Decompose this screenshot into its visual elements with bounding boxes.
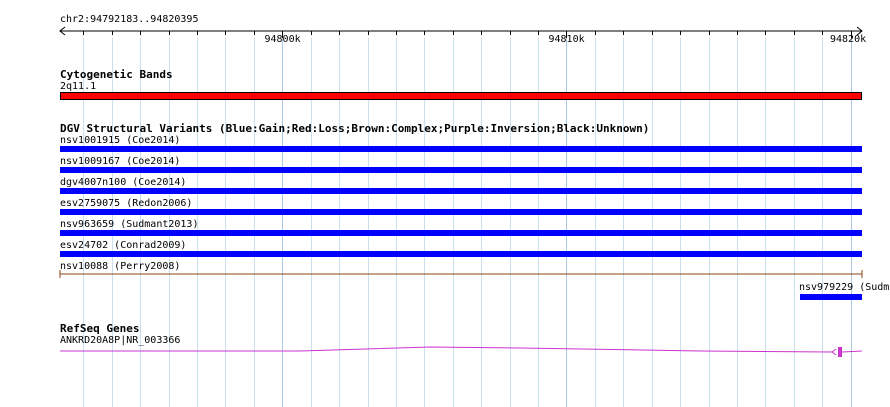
ruler-tick-label: 94820k [830,34,867,45]
dgv-feature-label: nsv979229 (Sudm [799,282,890,293]
dgv-track-title: DGV Structural Variants (Blue:Gain;Red:L… [60,122,650,135]
ruler-tick-label: 94810k [548,34,585,45]
dgv-feature-label: nsv1001915 (Coe2014) [60,135,181,146]
dgv-feature-label: esv2759075 (Redon2006) [60,198,193,209]
ruler-tick-label: 94800k [264,34,301,45]
dgv-feature-bar[interactable] [60,251,862,257]
dgv-feature-bar[interactable] [60,146,862,152]
refseq-track-title: RefSeq Genes [60,322,140,335]
dgv-feature-label: nsv1009167 (Coe2014) [60,156,181,167]
refseq-gene-model[interactable] [0,342,890,362]
gene-intron-line [841,350,863,353]
gene-exon [838,347,842,357]
ruler[interactable] [0,24,890,38]
cytoband-label: 2q11.1 [60,81,97,92]
dgv-feature-label: esv24702 (Conrad2009) [60,240,187,251]
gene-intron-line [60,346,833,353]
dgv-feature-line[interactable] [58,269,866,279]
dgv-feature-label: nsv963659 (Sudmant2013) [60,219,199,230]
dgv-feature-bar[interactable] [60,209,862,215]
cytoband-track-title: Cytogenetic Bands [60,68,173,81]
dgv-feature-label: dgv4007n100 (Coe2014) [60,177,187,188]
dgv-feature-bar[interactable] [60,188,862,194]
strand-arrow-icon [831,348,837,356]
dgv-feature-bar[interactable] [800,294,862,300]
ruler-ticks [83,31,852,38]
dgv-feature-bar[interactable] [60,167,862,173]
dgv-feature-bar[interactable] [60,230,862,236]
cytoband-bar[interactable] [60,92,862,100]
